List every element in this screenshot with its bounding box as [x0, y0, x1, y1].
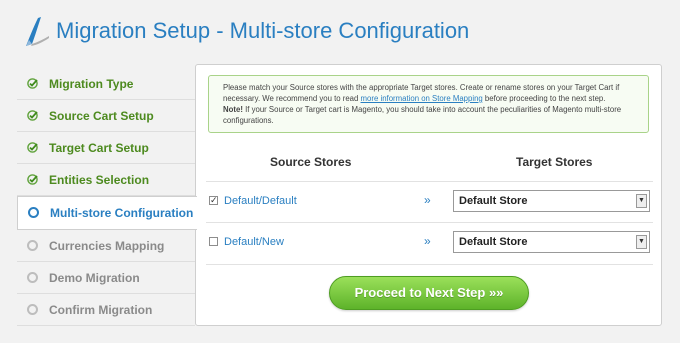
circle-icon	[27, 304, 38, 315]
page-title: Migration Setup - Multi-store Configurat…	[56, 18, 470, 43]
steps-sidebar: Migration Type Source Cart Setup Target …	[17, 68, 197, 326]
proceed-next-step-button[interactable]: Proceed to Next Step »»	[329, 276, 529, 310]
step-label: Source Cart Setup	[49, 109, 154, 123]
step-confirm-migration: Confirm Migration	[17, 294, 195, 326]
step-entities-selection[interactable]: Entities Selection	[17, 164, 195, 196]
circle-icon	[28, 207, 39, 218]
store-mapping-link[interactable]: more information on Store Mapping	[361, 94, 483, 103]
store-row: Default/New » Default Store ▼	[206, 222, 653, 265]
notice-text-end: before proceeding to the next step.	[482, 94, 606, 103]
header: Migration Setup - Multi-store Configurat…	[0, 0, 680, 62]
step-label: Currencies Mapping	[49, 239, 165, 253]
mapping-arrow: »	[424, 193, 431, 207]
step-target-cart-setup[interactable]: Target Cart Setup	[17, 132, 195, 164]
source-store-name: Default/New	[224, 236, 284, 248]
step-multi-store-configuration[interactable]: Multi-store Configuration	[17, 196, 197, 230]
source-store-name: Default/Default	[224, 195, 297, 207]
check-icon	[27, 174, 38, 185]
step-label: Migration Type	[49, 77, 134, 91]
target-store-select[interactable]: Default Store ▼	[453, 231, 650, 253]
store-row: ✓ Default/Default » Default Store ▼	[206, 181, 653, 223]
circle-icon	[27, 240, 38, 251]
main-panel: Please match your Source stores with the…	[195, 64, 662, 326]
store-checkbox[interactable]	[209, 237, 218, 246]
step-label: Entities Selection	[49, 173, 150, 187]
circle-icon	[27, 272, 38, 283]
dropdown-arrow-icon[interactable]: ▼	[636, 194, 647, 208]
target-stores-header: Target Stores	[516, 155, 593, 169]
step-label: Confirm Migration	[49, 303, 153, 317]
info-notice: Please match your Source stores with the…	[208, 75, 649, 133]
target-store-select[interactable]: Default Store ▼	[453, 190, 650, 212]
step-demo-migration: Demo Migration	[17, 262, 195, 294]
check-icon	[27, 110, 38, 121]
check-icon	[27, 142, 38, 153]
check-icon	[27, 78, 38, 89]
note-text: If your Source or Target cart is Magento…	[223, 105, 622, 125]
dropdown-arrow-icon[interactable]: ▼	[636, 235, 647, 249]
note-label: Note!	[223, 105, 243, 114]
arrow-logo-icon	[26, 17, 49, 46]
step-currencies-mapping: Currencies Mapping	[17, 230, 195, 262]
source-stores-header: Source Stores	[270, 155, 352, 169]
step-migration-type[interactable]: Migration Type	[17, 68, 195, 100]
step-source-cart-setup[interactable]: Source Cart Setup	[17, 100, 195, 132]
target-store-value: Default Store	[459, 195, 528, 207]
mapping-arrow: »	[424, 234, 431, 248]
target-store-value: Default Store	[459, 236, 528, 248]
step-label: Target Cart Setup	[49, 141, 149, 155]
step-label: Demo Migration	[49, 271, 140, 285]
store-checkbox[interactable]: ✓	[209, 196, 218, 205]
step-label: Multi-store Configuration	[50, 206, 194, 220]
